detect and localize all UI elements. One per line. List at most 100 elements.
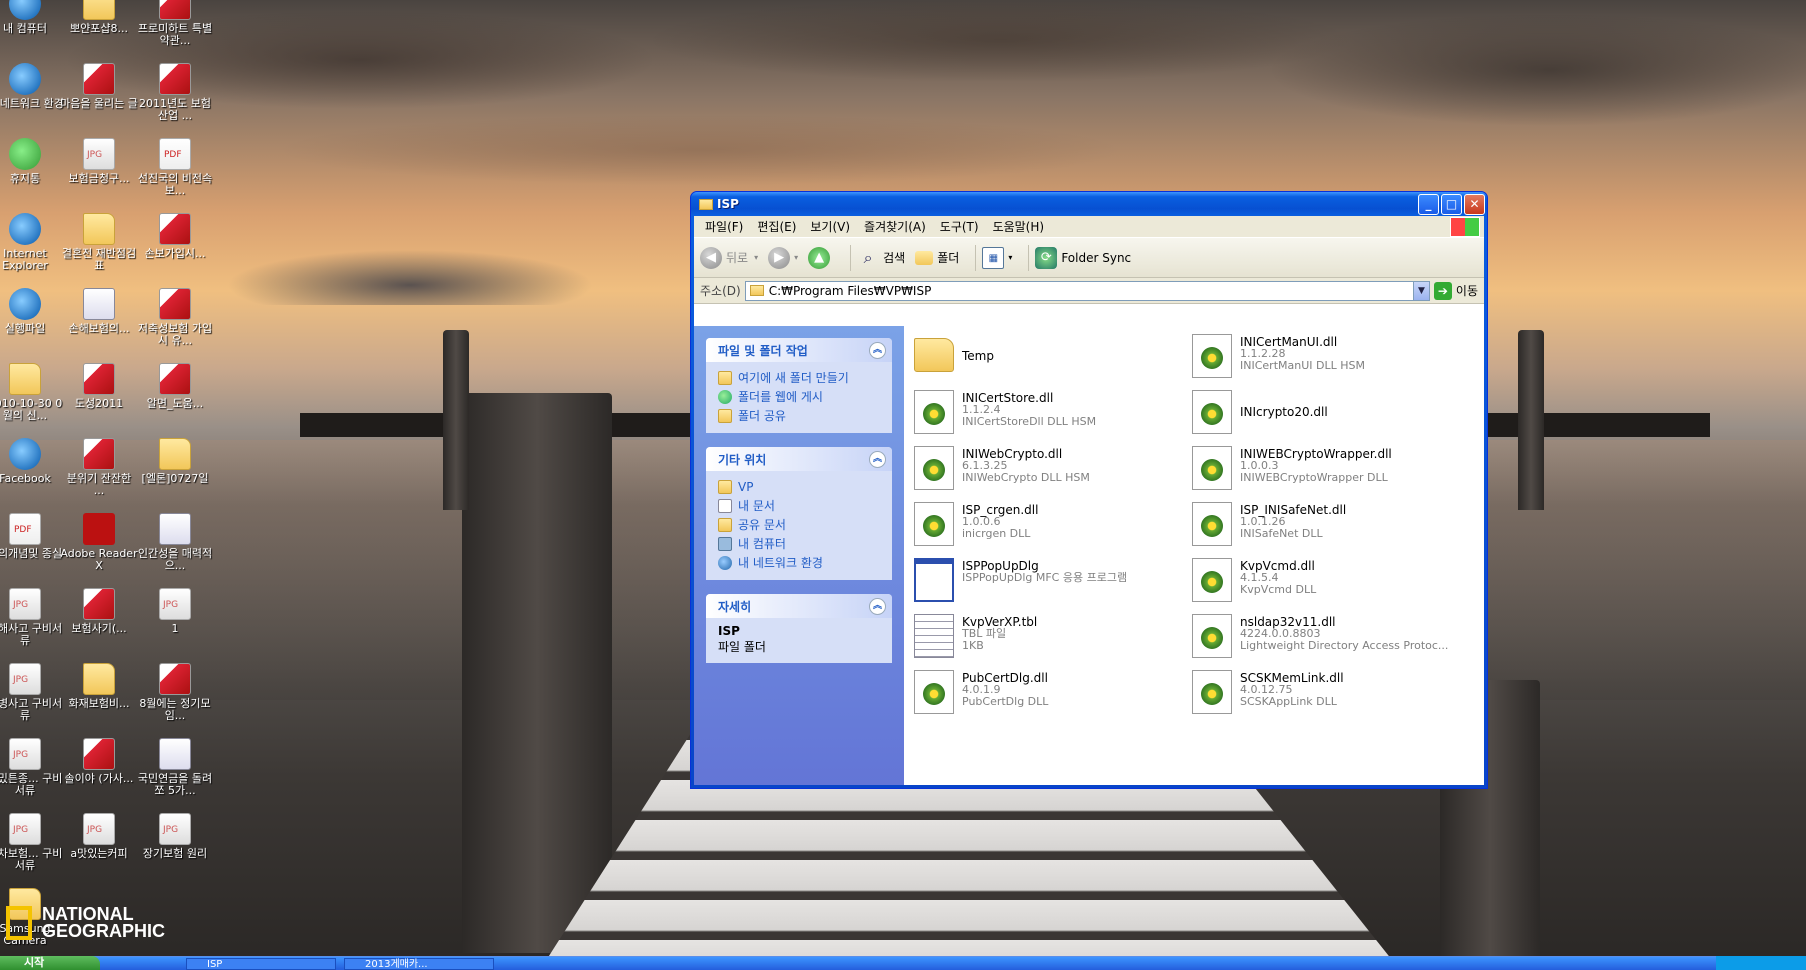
- file-item[interactable]: KvpVcmd.dll 4.1.5.4 KvpVcmd DLL: [1192, 558, 1492, 614]
- red-icon: [159, 363, 191, 395]
- place-my-documents[interactable]: 내 문서: [718, 496, 882, 515]
- desktop-icon[interactable]: 내 컴퓨터: [0, 0, 64, 35]
- minimize-button[interactable]: _: [1418, 193, 1439, 215]
- views-button[interactable]: ▦ ▾: [982, 246, 1012, 269]
- file-item[interactable]: nsldap32v11.dll 4224.0.0.8803 Lightweight …: [1192, 614, 1492, 670]
- desktop-icon-label: 내 컴퓨터: [3, 22, 47, 35]
- desktop-icon[interactable]: 휴지통: [0, 138, 64, 185]
- desktop-icon[interactable]: 분위기 잔잔한 ...: [60, 438, 138, 497]
- desktop-icon[interactable]: 2011년도 보험산업 ...: [136, 63, 214, 122]
- collapse-icon[interactable]: ︽: [869, 597, 886, 615]
- desktop-icon[interactable]: 보험금청구...: [60, 138, 138, 185]
- desktop-icon[interactable]: 도성2011: [60, 363, 138, 410]
- explorer-window[interactable]: ISP _ □ ✕ 파일(F) 편집(E) 보기(V) 즐겨찾기(A) 도구(T…: [690, 191, 1488, 789]
- desktop-icon[interactable]: 손보가입시...: [136, 213, 214, 260]
- back-button[interactable]: ◀ 뒤로 ▾: [700, 246, 758, 269]
- desktop-icon[interactable]: 8월에는 정기모임...: [136, 663, 214, 722]
- desktop-icon[interactable]: 손해보험의...: [60, 288, 138, 335]
- desktop-icon[interactable]: 뽀얀포샵8...: [60, 0, 138, 35]
- desktop-icon[interactable]: Internet Explorer: [0, 213, 64, 272]
- search-button[interactable]: ⌕ 검색: [857, 247, 906, 269]
- desktop-icon[interactable]: 실행파일: [0, 288, 64, 335]
- desktop-icon[interactable]: a맛있는커피: [60, 813, 138, 860]
- desktop-icon[interactable]: 선진국의 비전속 보...: [136, 138, 214, 197]
- desktop-icon[interactable]: 마음을 울리는 글: [60, 63, 138, 110]
- title-bar[interactable]: ISP _ □ ✕: [691, 192, 1487, 216]
- address-input[interactable]: C:₩Program Files₩VP₩ISP ▼: [744, 280, 1430, 301]
- details-kind: 파일 폴더: [718, 640, 766, 654]
- file-item[interactable]: PubCertDlg.dll 4.0.1.9 PubCertDlg DLL: [914, 670, 1214, 726]
- desktop-icon-label: 결혼전 재반점검표: [61, 247, 137, 272]
- file-item[interactable]: KvpVerXP.tbl TBL 파일 1KB: [914, 614, 1214, 670]
- pier-post-left: [443, 330, 469, 510]
- address-dropdown[interactable]: ▼: [1412, 281, 1429, 300]
- dll-file-icon: [1192, 446, 1232, 490]
- file-item[interactable]: INICertManUI.dll 1.1.2.28 INICertManUI DLL…: [1192, 334, 1492, 390]
- go-button[interactable]: ➔ 이동: [1433, 281, 1478, 300]
- red-icon: [83, 63, 115, 95]
- desktop-icon-label: 상해사고 구비서류: [0, 622, 63, 647]
- desktop-icon[interactable]: 상해사고 구비서류: [0, 588, 64, 647]
- place-network[interactable]: 내 네트워크 환경: [718, 553, 882, 572]
- desktop-icon[interactable]: 질병사고 구비서류: [0, 663, 64, 722]
- tasks-panel-header[interactable]: 파일 및 폴더 작업 ︽: [706, 338, 892, 362]
- desktop-icon[interactable]: 알면_도움...: [136, 363, 214, 410]
- desktop-icon[interactable]: 동차보험... 구비서류: [0, 813, 64, 872]
- menu-file[interactable]: 파일(F): [698, 218, 750, 235]
- file-item[interactable]: INICertStore.dll 1.1.2.4 INICertStoreDll D…: [914, 390, 1214, 446]
- file-item[interactable]: INIWebCrypto.dll 6.1.3.25 INIWebCrypto DLL…: [914, 446, 1214, 502]
- file-item[interactable]: Temp: [914, 334, 1214, 390]
- desktop-icon[interactable]: 1: [136, 588, 214, 635]
- desktop-icon[interactable]: 인간성을 매력적으...: [136, 513, 214, 572]
- place-vp[interactable]: VP: [718, 477, 882, 496]
- close-button[interactable]: ✕: [1464, 193, 1485, 215]
- task-second[interactable]: 2013게매카...: [344, 958, 494, 970]
- desktop-icon[interactable]: 화재보험비...: [60, 663, 138, 710]
- maximize-button[interactable]: □: [1441, 193, 1462, 215]
- desktop-icon[interactable]: 2010-10-30 0월의 신...: [0, 363, 64, 422]
- file-detail: Lightweight Directory Access Protoc...: [1240, 639, 1449, 652]
- desktop-icon[interactable]: 프로미하트 특별약관...: [136, 0, 214, 47]
- place-my-computer[interactable]: 내 컴퓨터: [718, 534, 882, 553]
- desktop-icon[interactable]: Facebook: [0, 438, 64, 485]
- folder-sync-button[interactable]: ⟳ Folder Sync: [1035, 246, 1131, 269]
- menu-edit[interactable]: 편집(E): [750, 218, 803, 235]
- desktop-icon[interactable]: [엘론]0727일: [136, 438, 214, 485]
- collapse-icon[interactable]: ︽: [869, 450, 886, 468]
- file-item[interactable]: SCSKMemLink.dll 4.0.12.75 SCSKAppLink DLL: [1192, 670, 1492, 726]
- forward-button[interactable]: ▶ ▾: [768, 246, 798, 269]
- task-isp[interactable]: ISP: [186, 958, 336, 970]
- menu-favorites[interactable]: 즐겨찾기(A): [857, 218, 933, 235]
- collapse-icon[interactable]: ︽: [869, 341, 886, 359]
- desktop-icon[interactable]: 저축성보험 가입시 유...: [136, 288, 214, 347]
- file-item[interactable]: ISP_INISafeNet.dll 1.0.1.26 INISafeNet DLL: [1192, 502, 1492, 558]
- menu-view[interactable]: 보기(V): [803, 218, 857, 235]
- red-icon: [159, 213, 191, 245]
- menu-help[interactable]: 도움말(H): [986, 218, 1052, 235]
- desktop-icon[interactable]: 실의개념및 종실: [0, 513, 64, 560]
- menu-tools[interactable]: 도구(T): [933, 218, 986, 235]
- details-panel-header[interactable]: 자세히 ︽: [706, 594, 892, 618]
- place-shared-documents[interactable]: 공유 문서: [718, 515, 882, 534]
- share-folder-link[interactable]: 폴더 공유: [718, 406, 882, 425]
- file-item[interactable]: INIWEBCryptoWrapper.dll 1.0.0.3 INIWEBCryp…: [1192, 446, 1492, 502]
- file-item[interactable]: ISP_crgen.dll 1.0.0.6 inicrgen DLL: [914, 502, 1214, 558]
- desktop-icon[interactable]: 국민연금을 돌려쪼 5가...: [136, 738, 214, 797]
- desktop-icon[interactable]: 재밌튼종... 구비서류: [0, 738, 64, 797]
- up-folder-button[interactable]: ▲: [808, 246, 834, 269]
- publish-web-link[interactable]: 폴더를 웹에 게시: [718, 387, 882, 406]
- folders-button[interactable]: 폴더: [915, 249, 959, 266]
- new-folder-link[interactable]: 여기에 새 폴더 만들기: [718, 368, 882, 387]
- start-button[interactable]: 시작: [0, 956, 100, 970]
- desktop-icon[interactable]: 솔이야 (가사...: [60, 738, 138, 785]
- desktop-icon[interactable]: 보험사기(...: [60, 588, 138, 635]
- file-item[interactable]: ISPPopUpDlg ISPPopUpDlg MFC 응용 프로그램: [914, 558, 1214, 614]
- desktop-icon[interactable]: Adobe Reader X: [60, 513, 138, 572]
- desktop-icon[interactable]: 내 네트워크 환경: [0, 63, 64, 110]
- file-item[interactable]: INIcrypto20.dll: [1192, 390, 1492, 446]
- desktop-icon[interactable]: 장기보험 원리: [136, 813, 214, 860]
- jpg-icon: [9, 663, 41, 695]
- background-hills: [150, 225, 670, 305]
- desktop-icon[interactable]: 결혼전 재반점검표: [60, 213, 138, 272]
- places-panel-header[interactable]: 기타 위치 ︽: [706, 447, 892, 471]
